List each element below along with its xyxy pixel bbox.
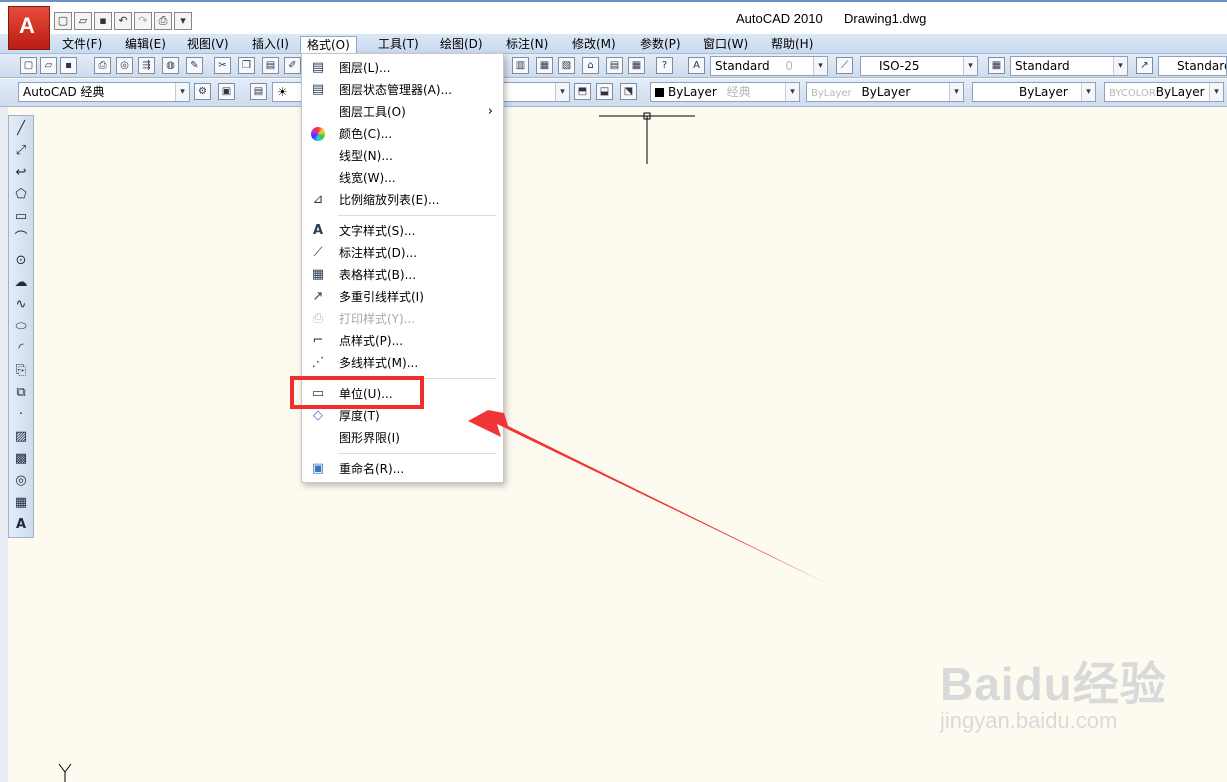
annotation-arrow <box>468 410 826 583</box>
red-arrow-shape <box>468 410 826 583</box>
